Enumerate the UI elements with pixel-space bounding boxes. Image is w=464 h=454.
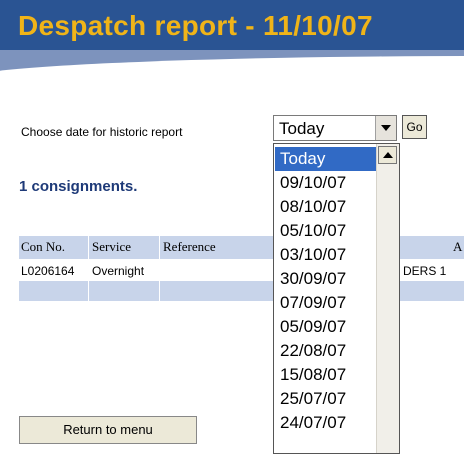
dropdown-option[interactable]: 22/08/07: [275, 339, 376, 363]
return-to-menu-button[interactable]: Return to menu: [19, 416, 197, 444]
date-dropdown-list[interactable]: Today 09/10/07 08/10/07 05/10/07 03/10/0…: [273, 143, 400, 454]
dropdown-option[interactable]: 25/07/07: [275, 387, 376, 411]
cell-truncated: DERS 1: [403, 264, 447, 278]
column-header-reference: Reference: [163, 239, 216, 254]
dropdown-option[interactable]: 15/08/07: [275, 363, 376, 387]
dropdown-option[interactable]: Today: [275, 147, 376, 171]
chevron-down-icon: [381, 125, 391, 131]
dropdown-option[interactable]: 09/10/07: [275, 171, 376, 195]
column-divider: [88, 236, 89, 301]
dropdown-option[interactable]: 05/09/07: [275, 315, 376, 339]
date-chooser-label: Choose date for historic report: [21, 125, 183, 139]
dropdown-option[interactable]: 05/10/07: [275, 219, 376, 243]
date-select-value: Today: [279, 119, 325, 138]
chevron-up-icon: [383, 152, 393, 158]
dropdown-option[interactable]: 30/09/07: [275, 267, 376, 291]
report-header: Despatch report - 11/10/07: [0, 0, 464, 72]
go-button[interactable]: Go: [402, 115, 427, 139]
dropdown-option[interactable]: 24/07/07: [275, 411, 376, 435]
column-header-a: A: [453, 239, 463, 254]
dropdown-scrollbar[interactable]: [376, 144, 399, 453]
date-select[interactable]: Today: [273, 115, 397, 141]
cell-service: Overnight: [92, 264, 145, 278]
dropdown-option[interactable]: 08/10/07: [275, 195, 376, 219]
page-title: Despatch report - 11/10/07: [18, 10, 373, 41]
column-header-con-no: Con No.: [21, 239, 66, 254]
column-divider: [159, 236, 160, 301]
column-header-service: Service: [92, 239, 131, 254]
cell-con-no: L0206164: [21, 264, 75, 278]
consignment-count: 1 consignments.: [19, 178, 138, 195]
select-dropdown-button[interactable]: [375, 116, 396, 140]
dropdown-option[interactable]: 07/09/07: [275, 291, 376, 315]
dropdown-option[interactable]: 03/10/07: [275, 243, 376, 267]
scroll-up-button[interactable]: [378, 146, 397, 164]
